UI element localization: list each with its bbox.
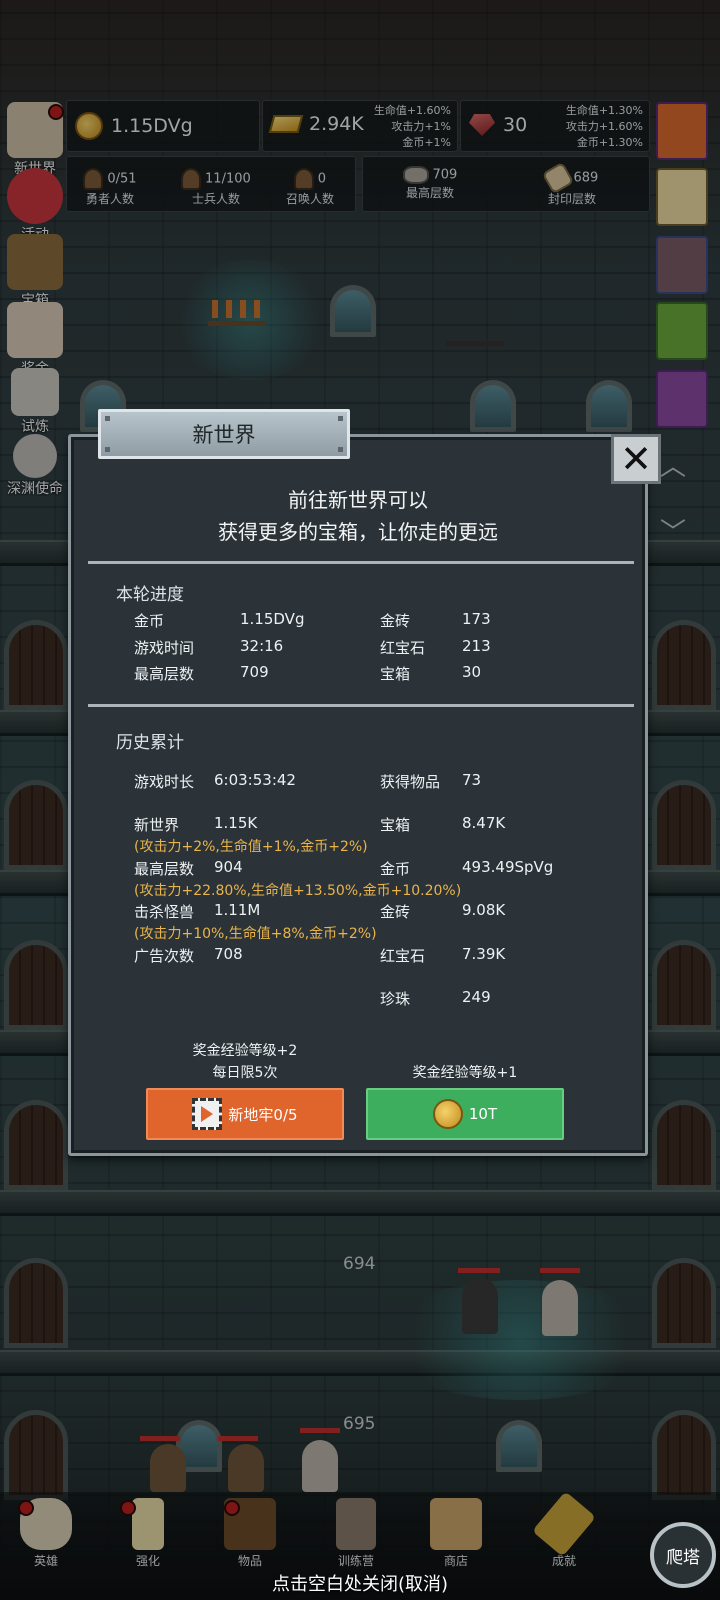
divider	[88, 561, 634, 564]
current-value: 173	[462, 610, 491, 628]
current-label: 红宝石	[380, 639, 426, 657]
gold-coin-icon	[432, 1099, 463, 1129]
dialog-title: 新世界	[192, 423, 256, 447]
kills-bonus: (攻击力+10%,生命值+8%,金币+2%)	[134, 926, 377, 942]
ad-note-2: 每日限5次	[212, 1065, 278, 1081]
history-label: 红宝石	[380, 947, 426, 965]
history-value: 6:03:53:42	[214, 771, 296, 789]
video-play-icon	[192, 1098, 223, 1130]
current-value: 1.15DVg	[240, 610, 305, 628]
new-world-bonus: (攻击力+2%,生命值+1%,金币+2%)	[134, 839, 368, 855]
history-label: 最高层数	[134, 860, 195, 878]
history-title: 历史累计	[116, 733, 184, 753]
history-value: 8.47K	[462, 814, 506, 832]
history-label: 宝箱	[380, 816, 411, 834]
dialog-title-tab: 新世界	[98, 409, 350, 459]
intro-line-2: 获得更多的宝箱，让你走的更远	[218, 520, 498, 544]
history-value: 1.11M	[214, 901, 261, 919]
current-round-title: 本轮进度	[116, 585, 184, 605]
current-value: 30	[462, 663, 482, 681]
current-label: 金币	[134, 612, 165, 630]
history-value: 73	[462, 771, 482, 789]
climb-tower-label: 爬塔	[666, 1547, 700, 1568]
history-value: 493.49SpVg	[462, 858, 554, 876]
ad-button-label: 新地牢0/5	[228, 1105, 298, 1124]
current-label: 金砖	[380, 612, 411, 630]
current-label: 最高层数	[134, 665, 195, 683]
pay-note: 奖金经验等级+1	[412, 1065, 518, 1081]
history-label: 广告次数	[134, 947, 195, 965]
current-value: 32:16	[240, 637, 284, 655]
history-value: 904	[214, 858, 243, 876]
history-value: 249	[462, 988, 491, 1006]
history-label: 新世界	[134, 816, 180, 834]
current-label: 游戏时间	[134, 639, 195, 657]
history-value: 1.15K	[214, 814, 258, 832]
current-label: 宝箱	[380, 665, 411, 683]
history-value: 7.39K	[462, 945, 506, 963]
history-label: 击杀怪兽	[134, 903, 195, 921]
close-icon[interactable]: ✕	[611, 434, 661, 484]
close-hint: 点击空白处关闭(取消)	[271, 1574, 449, 1595]
current-value: 213	[462, 637, 491, 655]
intro-line-1: 前往新世界可以	[288, 488, 428, 512]
ad-note-1: 奖金经验等级+2	[192, 1043, 298, 1059]
history-label: 获得物品	[380, 773, 441, 791]
pay-button-label: 10T	[468, 1105, 498, 1123]
history-label: 珍珠	[380, 990, 411, 1008]
history-value: 708	[214, 945, 243, 963]
new-dungeon-ad-button[interactable]: 新地牢0/5	[146, 1088, 344, 1140]
current-value: 709	[240, 663, 269, 681]
history-value: 9.08K	[462, 901, 506, 919]
history-label: 游戏时长	[134, 773, 195, 791]
history-label: 金砖	[380, 903, 411, 921]
max-floor-bonus: (攻击力+22.80%,生命值+13.50%,金币+10.20%)	[134, 883, 462, 899]
divider	[88, 704, 634, 707]
history-label: 金币	[380, 860, 411, 878]
new-world-pay-button[interactable]: 10T	[366, 1088, 564, 1140]
